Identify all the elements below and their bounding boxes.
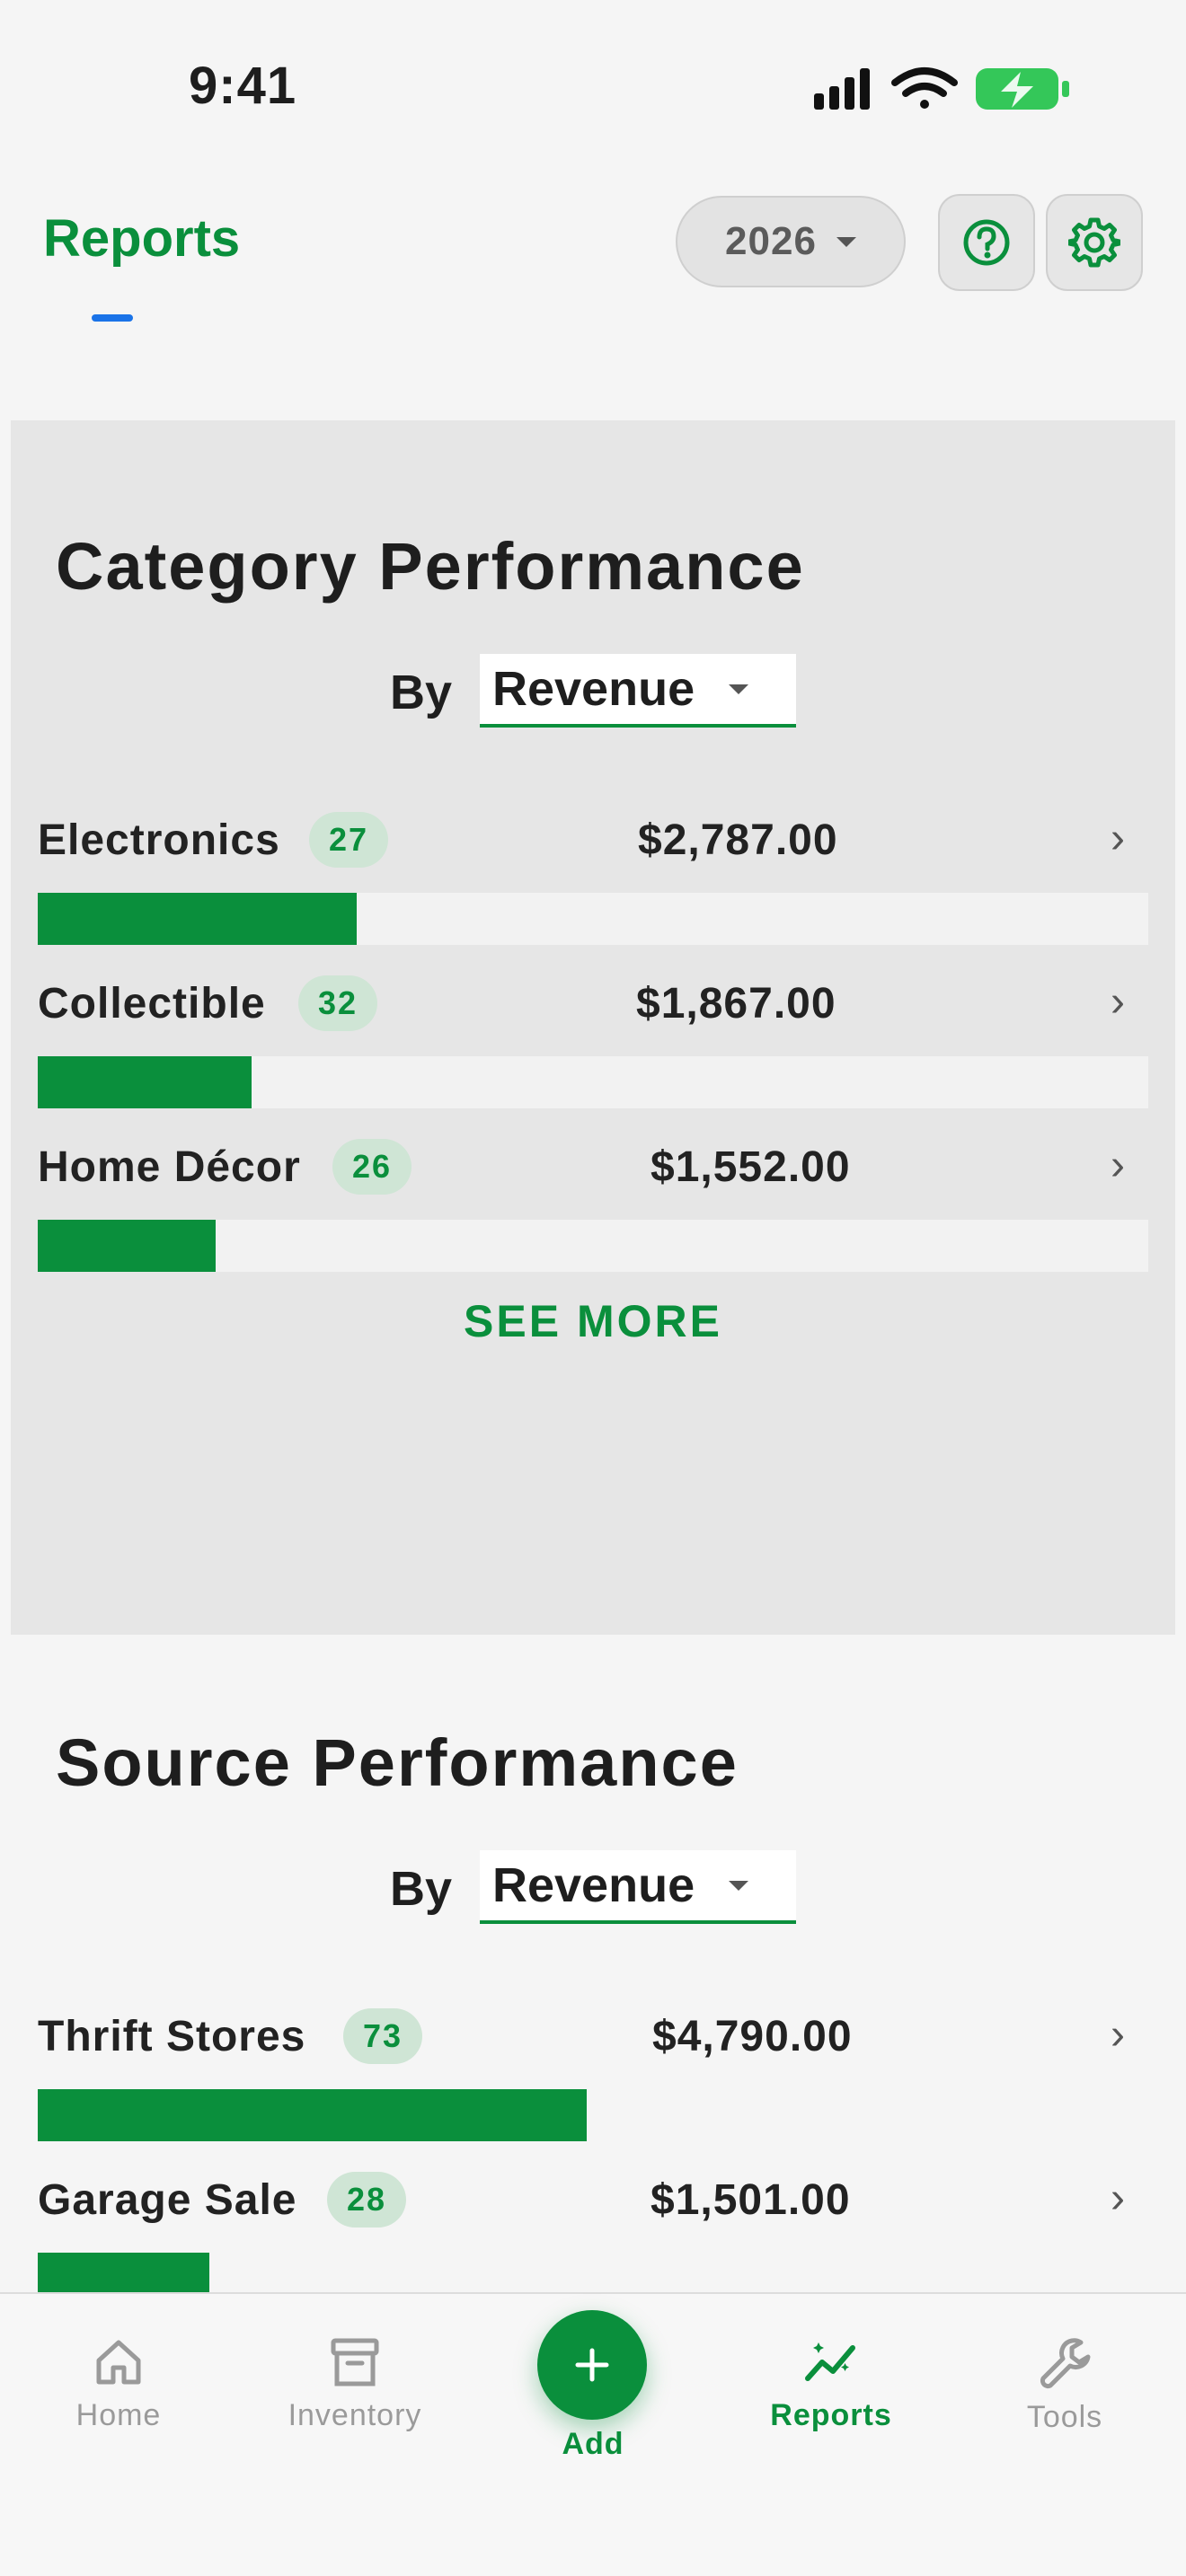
source-metric-select[interactable]: Revenue [480,1850,796,1924]
category-by-label: By [390,666,453,719]
category-row-name[interactable]: Electronics [38,816,280,865]
dropdown-arrow-icon [836,236,856,247]
nav-home-label: Home [75,2398,162,2432]
nav-reports-label: Reports [770,2398,892,2432]
year-selector[interactable]: 2026 [676,196,906,287]
category-bar-fill [38,893,358,945]
category-row-value: $1,552.00 [651,1143,851,1191]
source-bar-fill [38,2089,587,2141]
dropdown-arrow-icon [729,684,749,694]
settings-button[interactable] [1046,194,1143,291]
category-metric-value: Revenue [492,662,695,716]
category-bar-track [38,1056,1148,1108]
category-row-name[interactable]: Home Décor [38,1142,301,1192]
plus-icon [575,2348,609,2382]
chevron-right-icon[interactable]: › [1111,977,1125,1027]
source-by-label: By [390,1862,453,1916]
category-count-badge: 32 [298,975,378,1031]
status-icons [809,61,1078,115]
status-time: 9:41 [189,57,297,115]
source-performance-title: Source Performance [56,1725,739,1800]
home-icon [96,2340,141,2385]
category-performance-title: Category Performance [56,529,805,604]
chevron-right-icon[interactable]: › [1111,814,1125,863]
nav-home[interactable]: Home [54,2335,183,2433]
gear-icon [1068,217,1120,268]
dropdown-arrow-icon [729,1880,749,1891]
nav-inventory-label: Inventory [288,2398,422,2432]
source-row-name[interactable]: Garage Sale [38,2175,297,2225]
category-metric-select[interactable]: Revenue [480,654,796,728]
source-row-name[interactable]: Thrift Stores [38,2012,305,2061]
category-bar-track [38,1220,1148,1272]
cellular-signal-icon [814,68,870,110]
source-count-badge: 73 [343,2008,423,2064]
nav-inventory[interactable]: Inventory [270,2335,440,2433]
battery-charging-icon [976,68,1069,110]
help-button[interactable] [938,194,1035,291]
wrench-icon [1040,2338,1091,2389]
source-row-value: $1,501.00 [651,2176,851,2224]
source-metric-value: Revenue [492,1858,695,1912]
nav-add-label-wrap: Add [539,2427,647,2462]
category-bar-track [38,893,1148,945]
chevron-right-icon[interactable]: › [1111,2174,1125,2223]
help-icon [963,219,1010,266]
nav-tools-label: Tools [1026,2400,1103,2434]
reports-trend-icon [805,2342,855,2381]
category-count-badge: 27 [309,812,389,868]
source-row-value: $4,790.00 [652,2013,853,2060]
tab-indicator [92,314,133,322]
category-row-value: $1,867.00 [636,980,836,1028]
category-row-value: $2,787.00 [638,816,838,864]
wifi-icon [891,67,958,109]
chevron-right-icon[interactable]: › [1111,1141,1125,1190]
add-button[interactable] [537,2310,647,2420]
nav-add-label: Add [562,2427,624,2461]
category-bar-fill [38,1220,216,1272]
archive-icon [331,2338,379,2386]
chevron-right-icon[interactable]: › [1111,2010,1125,2060]
category-row-name[interactable]: Collectible [38,979,266,1028]
year-value: 2026 [725,219,817,263]
nav-reports[interactable]: Reports [746,2335,916,2433]
source-bar-track [38,2089,1148,2141]
see-more-button[interactable]: SEE MORE [0,1295,1186,1347]
category-bar-fill [38,1056,252,1108]
source-count-badge: 28 [327,2172,407,2228]
page-title: Reports [43,209,241,268]
nav-tools[interactable]: Tools [997,2335,1132,2435]
category-count-badge: 26 [332,1139,412,1195]
